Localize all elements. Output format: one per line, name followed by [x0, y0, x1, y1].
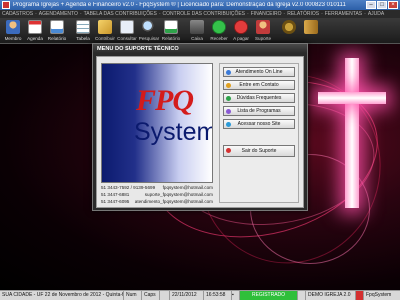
contribute-icon [98, 20, 112, 34]
contact-list: 51 3443-7592 / 9139-5699 fpqsystem@hotma… [101, 185, 213, 206]
contact-button[interactable]: Entre em Contato [223, 80, 295, 90]
maximize-button[interactable]: □ [377, 1, 387, 9]
status-bar: SUA CIDADE - UF 22 de Novembro de 2012 -… [0, 290, 400, 300]
contact-email: atendimento_fpqsystem@hotmail.com [134, 199, 213, 204]
dollar-red-icon [234, 20, 248, 34]
glowing-cross-bar [318, 92, 386, 104]
toolbar-a-pagar-button[interactable]: A pagar [231, 18, 251, 44]
website-button[interactable]: Acessar nosso Site [223, 119, 295, 129]
window-title: Programa Igrejas + Agenda e Financeiro v… [13, 2, 346, 8]
dollar-green-icon [212, 20, 226, 34]
programs-list-button[interactable]: Lista de Programas [223, 106, 295, 116]
menu-ajuda[interactable]: AJUDA [368, 11, 384, 17]
tools-icon [282, 20, 296, 34]
status-lock-icon: ▪ [232, 291, 240, 300]
toolbar-agenda-button[interactable]: Agenda [25, 18, 45, 44]
app-icon [2, 1, 10, 9]
support-dialog: MENU DO SUPORTE TÉCNICO FPQ System 51 34… [92, 43, 308, 211]
dialog-body: FPQ System 51 3443-7592 / 9139-5699 fpqs… [96, 56, 304, 208]
status-num: Num [124, 291, 142, 300]
question-icon [226, 96, 231, 101]
menu-cadastros[interactable]: CADASTROS [2, 11, 33, 17]
globe-icon [226, 122, 231, 127]
toolbar-receber-button[interactable]: Receber [209, 18, 229, 44]
mail-icon [226, 83, 231, 88]
calendar-icon [28, 20, 42, 34]
logo-fpq-text: FPQ [136, 84, 194, 117]
menu-financeiro[interactable]: FINANCEIRO [251, 11, 282, 17]
status-city-date: SUA CIDADE - UF 22 de Novembro de 2012 -… [2, 291, 124, 300]
status-time: 16:53:58 [204, 291, 232, 300]
list-icon [226, 109, 231, 114]
window-controls: – □ × [366, 1, 398, 9]
menu-controle-contribuicoes[interactable]: CONTROLE DAS CONTRIBUIÇÕES [163, 11, 246, 17]
contact-email: suporte_fpqsystem@hotmail.com [144, 192, 213, 197]
exit-icon [226, 148, 231, 153]
table-icon [76, 20, 90, 34]
online-support-button[interactable]: Atendimento On Line [223, 67, 295, 77]
contact-phone: 51 3443-7592 / 9139-5699 [101, 185, 156, 190]
search-icon [142, 20, 156, 34]
toolbar-suporte-button[interactable]: Suporte [253, 18, 273, 44]
logo-system-text: System [134, 118, 213, 146]
toolbar-relatorio2-button[interactable]: Relatório [161, 18, 181, 44]
members-icon [6, 20, 20, 34]
menu-bar: CADASTROS - AGENDAMENTO - TABELA DAS CONTR… [0, 10, 400, 18]
toolbar: Membro Agenda Relatório Tabela Contribui… [0, 18, 400, 44]
contact-email: fpqsystem@hotmail.com [162, 185, 213, 190]
title-bar: Programa Igrejas + Agenda e Financeiro v… [0, 0, 400, 10]
contact-row: 51 3447-6095 atendimento_fpqsystem@hotma… [101, 199, 213, 206]
exit-door-icon [304, 20, 318, 34]
status-sep [298, 291, 306, 300]
toolbar-tabela-button[interactable]: Tabela [73, 18, 93, 44]
status-date: 22/11/2012 [170, 291, 204, 300]
toolbar-pesquisar-button[interactable]: Pesquisar [139, 18, 159, 44]
glowing-cross [345, 58, 359, 208]
status-brand: FpqSystem [366, 292, 392, 298]
support-buttons-panel: Atendimento On Line Entre em Contato Dúv… [219, 63, 299, 203]
status-alert-icon [356, 291, 364, 300]
consult-icon [120, 20, 134, 34]
contact-row: 51 3443-7592 / 9139-5699 fpqsystem@hotma… [101, 185, 213, 192]
close-button[interactable]: × [388, 1, 398, 9]
menu-tabela-contribuicoes[interactable]: TABELA DAS CONTRIBUIÇÕES [84, 11, 157, 17]
chat-icon [226, 70, 231, 75]
faq-button[interactable]: Dúvidas Frequentes [223, 93, 295, 103]
contact-phone: 51 3447-6881 [101, 192, 130, 197]
toolbar-exit-button[interactable] [301, 18, 321, 44]
menu-ferramentas[interactable]: FERRAMENTAS [325, 11, 362, 17]
exit-support-button[interactable]: Sair do Suporte [223, 145, 295, 157]
status-caps: Caps [142, 291, 160, 300]
toolbar-caixa-button[interactable]: Caixa [187, 18, 207, 44]
contact-row: 51 3447-6881 suporte_fpqsystem@hotmail.c… [101, 192, 213, 199]
support-icon [256, 20, 270, 34]
dialog-title: MENU DO SUPORTE TÉCNICO [93, 44, 307, 53]
report-icon [50, 20, 64, 34]
contact-phone: 51 3447-6095 [101, 199, 130, 204]
toolbar-relatorio-button[interactable]: Relatório [47, 18, 67, 44]
status-version: DEMO IGREJA 2.0 [306, 291, 356, 300]
menu-agendamento[interactable]: AGENDAMENTO [39, 11, 78, 17]
status-empty [160, 291, 170, 300]
menu-relatorios[interactable]: RELATÓRIOS [287, 11, 319, 17]
company-logo: FPQ System [101, 63, 213, 183]
report-icon [164, 20, 178, 34]
status-registered: REGISTRADO [240, 291, 298, 300]
toolbar-contribuir-button[interactable]: Contribuir [95, 18, 115, 44]
toolbar-membro-button[interactable]: Membro [3, 18, 23, 44]
toolbar-consultar-button[interactable]: Consultar [117, 18, 137, 44]
minimize-button[interactable]: – [366, 1, 376, 9]
cash-register-icon [190, 20, 204, 34]
toolbar-tools-button[interactable] [279, 18, 299, 44]
